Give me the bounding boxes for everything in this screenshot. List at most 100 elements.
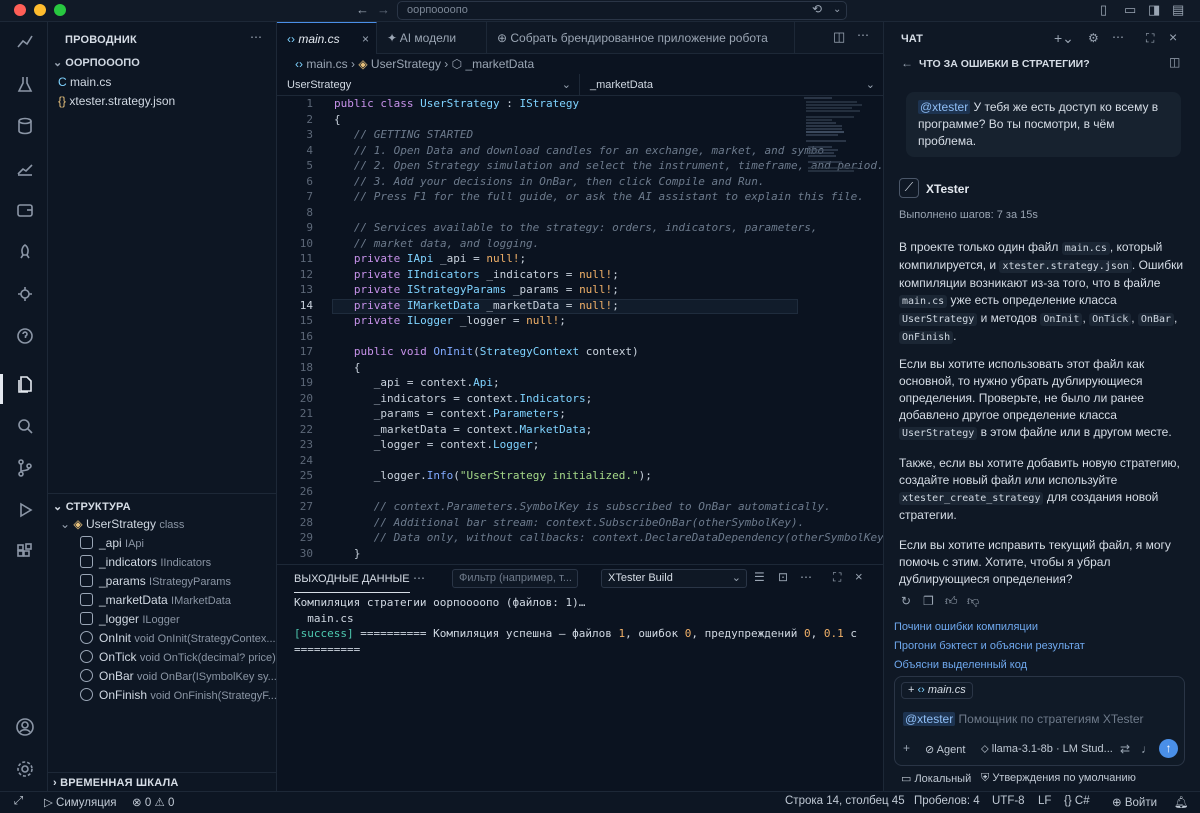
chevron-down-icon[interactable]: ⌄ [833,4,841,15]
outline-header[interactable]: ⌄ СТРУКТУРА [53,500,131,513]
minimize-window-button[interactable] [34,4,46,16]
outline-member[interactable]: OnTick void OnTick(decimal? price) [48,648,277,667]
tab-main-cs[interactable]: ‹› main.cs × [277,22,377,54]
microphone-icon[interactable]: ♩ [1141,742,1153,756]
close-window-button[interactable] [14,4,26,16]
thumbs-down-icon[interactable]: 👎︎ [967,594,979,609]
line-chart-icon[interactable] [14,158,36,180]
outline-class[interactable]: ⌄ ◈ UserStrategy class [48,515,277,534]
close-icon[interactable]: × [362,23,369,55]
line-ending[interactable]: LF [1038,795,1051,807]
help-icon[interactable] [14,326,36,348]
cursor-position[interactable]: Строка 14, столбец 45 [785,795,905,807]
search-icon[interactable] [14,416,36,438]
file-item[interactable]: {} xtester.strategy.json [48,92,277,111]
command-center-search[interactable]: оорпоооопо [397,1,847,20]
remote-icon[interactable]: ⤢ [14,795,23,808]
more-actions-icon[interactable]: ⋯ [1112,30,1124,44]
more-actions-icon[interactable]: ⋯ [413,571,425,585]
back-arrow-icon[interactable]: ← [901,56,913,70]
problems-indicator[interactable]: ⊗ 0 ⚠ 0 [132,795,174,809]
settings-gear-icon[interactable]: ⚙ [1088,31,1099,45]
breadcrumb-class[interactable]: UserStrategy [371,57,441,71]
outline-member[interactable]: _api IApi [48,534,277,553]
location-toggle[interactable]: ▭ Локальный [901,772,971,785]
close-icon[interactable]: × [1169,29,1177,45]
suggestion-link[interactable]: Почини ошибки компиляции [894,621,1038,633]
model-select[interactable]: ⬦ llama-3.1-8b · LM Stud... [981,743,1113,756]
flask-icon[interactable] [14,74,36,96]
member-select[interactable]: _marketData ⌄ [580,74,883,96]
notifications-icon[interactable]: 🔔︎ [1174,795,1189,809]
output-filter-input[interactable]: Фильтр (например, т... [452,569,578,588]
code-editor[interactable]: 1 public class UserStrategy : IStrategy 2 {… [277,96,883,564]
mode-select[interactable]: ⊘ Agent [925,743,965,756]
outline-member[interactable]: _params IStrategyParams [48,572,277,591]
copy-icon[interactable]: ❐ [923,594,934,608]
language-mode[interactable]: {} C# [1064,795,1090,807]
outline-member[interactable]: _logger ILogger [48,610,277,629]
toggle-panel-icon[interactable]: ▭ [1124,2,1136,18]
retry-icon[interactable]: ↻ [901,594,911,608]
breadcrumb-field[interactable]: _marketData [465,57,534,71]
rocket-icon[interactable] [14,242,36,264]
forward-arrow-icon[interactable]: → [377,2,390,17]
tab-build-app[interactable]: ⊕ Собрать брендированное приложение робо… [487,22,795,54]
send-button[interactable]: ↑ [1159,739,1178,758]
suggestion-link[interactable]: Прогони бэктест и объясни результат [894,640,1085,652]
context-chip[interactable]: + ‹› main.cs [901,682,973,699]
clear-output-icon[interactable]: ☰ [754,570,765,584]
lock-icon[interactable]: ⊡ [778,570,788,584]
bug-icon[interactable] [14,284,36,306]
copilot-icon[interactable]: ⟲ [812,2,822,16]
class-select[interactable]: UserStrategy ⌄ [277,74,580,96]
customize-layout-icon[interactable]: ▤ [1172,2,1184,18]
wallet-icon[interactable] [14,200,36,222]
project-folder[interactable]: ⌄ ООРПОООПО [48,54,277,73]
tab-ai-models[interactable]: ✦ AI модели [377,22,487,54]
outline-member[interactable]: OnInit void OnInit(StrategyContex... [48,629,277,648]
close-panel-icon[interactable]: × [855,569,863,584]
outline-member[interactable]: OnBar void OnBar(ISymbolKey sy... [48,667,277,686]
outline-member[interactable]: _marketData IMarketData [48,591,277,610]
outline-member[interactable]: OnFinish void OnFinish(StrategyF... [48,686,277,705]
new-chat-icon[interactable]: +⌄ [1054,30,1074,47]
tools-icon[interactable]: ⇄ [1120,742,1130,756]
encoding[interactable]: UTF-8 [992,795,1025,807]
outline-member[interactable]: _indicators IIndicators [48,553,277,572]
chat-input[interactable]: @xtester Помощник по стратегиям XTester [903,712,1144,726]
maximize-panel-icon[interactable]: ⛶ [833,570,841,585]
back-arrow-icon[interactable]: ← [356,2,369,17]
split-editor-icon[interactable]: ◫ [833,29,845,45]
extensions-icon[interactable] [14,542,36,564]
timeline-header[interactable]: › ВРЕМЕННАЯ ШКАЛА [53,777,179,789]
sign-in-button[interactable]: ⊕ Войти [1112,795,1157,809]
maximize-window-button[interactable] [54,4,66,16]
more-actions-icon[interactable]: ⋯ [250,30,262,44]
toggle-secondary-icon[interactable]: ◨ [1148,2,1160,18]
tab-output[interactable]: ВЫХОДНЫЕ ДАННЫЕ [294,565,410,593]
maximize-icon[interactable]: ⛶ [1146,31,1154,46]
more-actions-icon[interactable]: ⋯ [857,28,869,42]
toggle-sidebar-icon[interactable]: ▯ [1100,2,1107,18]
minimap[interactable] [802,96,867,176]
account-icon[interactable] [14,717,36,739]
file-item[interactable]: C main.cs [48,73,277,92]
suggestion-link[interactable]: Объясни выделенный код [894,659,1027,671]
sidebar-toggle-icon[interactable]: ◫ [1169,55,1180,69]
simulation-button[interactable]: ▷ Симуляция [44,795,116,809]
output-channel-select[interactable]: XTester Build ⌄ [601,569,747,588]
more-actions-icon[interactable]: ⋯ [800,570,812,584]
run-debug-icon[interactable] [14,500,36,522]
thumbs-up-icon[interactable]: 👍︎ [945,594,958,609]
database-icon[interactable] [14,116,36,138]
indentation[interactable]: Пробелов: 4 [914,795,980,807]
settings-gear-icon[interactable] [14,759,36,781]
agent-steps[interactable]: Выполнено шагов: 7 за 15s [899,209,1038,221]
chart-icon[interactable] [14,32,36,54]
breadcrumb-file[interactable]: main.cs [306,57,347,71]
source-control-icon[interactable] [14,458,36,480]
approvals-toggle[interactable]: ⛨ Утверждения по умолчанию [981,772,1136,785]
add-icon[interactable]: + [903,741,910,755]
files-icon[interactable] [14,374,36,396]
